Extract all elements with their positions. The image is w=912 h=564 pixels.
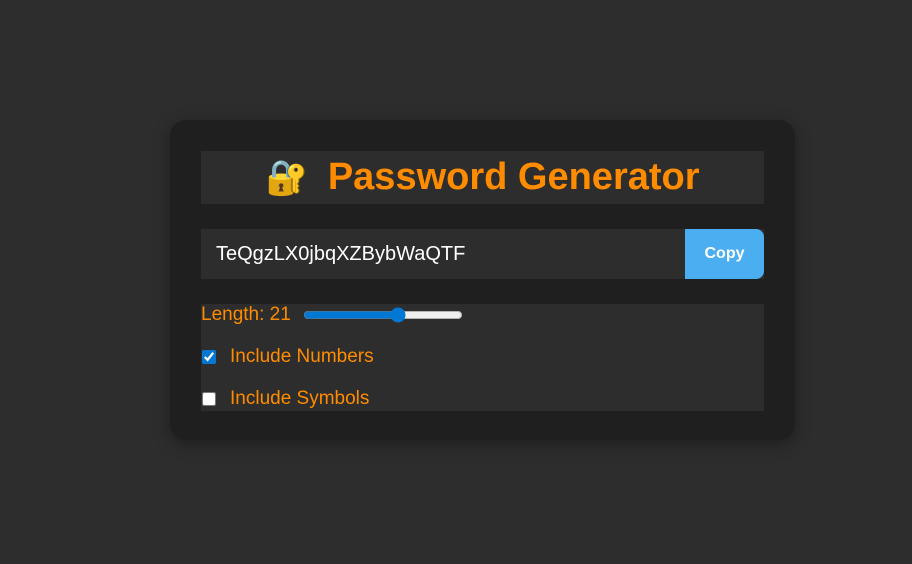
include-symbols-option[interactable]: Include Symbols bbox=[201, 388, 764, 410]
include-numbers-label: Include Numbers bbox=[230, 346, 374, 367]
length-slider[interactable] bbox=[302, 307, 463, 323]
length-label: Length: 21 bbox=[201, 304, 291, 325]
page-title: Password Generator bbox=[327, 156, 700, 198]
password-generator-card: 🔐 Password Generator Copy Length: 21 Inc… bbox=[170, 120, 795, 440]
options-panel: Length: 21 Include Numbers Include Symbo… bbox=[201, 304, 764, 411]
password-output[interactable] bbox=[201, 229, 685, 279]
include-symbols-checkbox[interactable] bbox=[202, 392, 216, 406]
include-numbers-checkbox[interactable] bbox=[202, 350, 216, 364]
include-numbers-option[interactable]: Include Numbers bbox=[201, 346, 764, 368]
lock-with-key-icon: 🔐 bbox=[265, 158, 308, 197]
copy-button[interactable]: Copy bbox=[685, 229, 764, 279]
header: 🔐 Password Generator bbox=[201, 151, 764, 204]
password-row: Copy bbox=[201, 229, 764, 279]
include-symbols-label: Include Symbols bbox=[230, 388, 370, 409]
